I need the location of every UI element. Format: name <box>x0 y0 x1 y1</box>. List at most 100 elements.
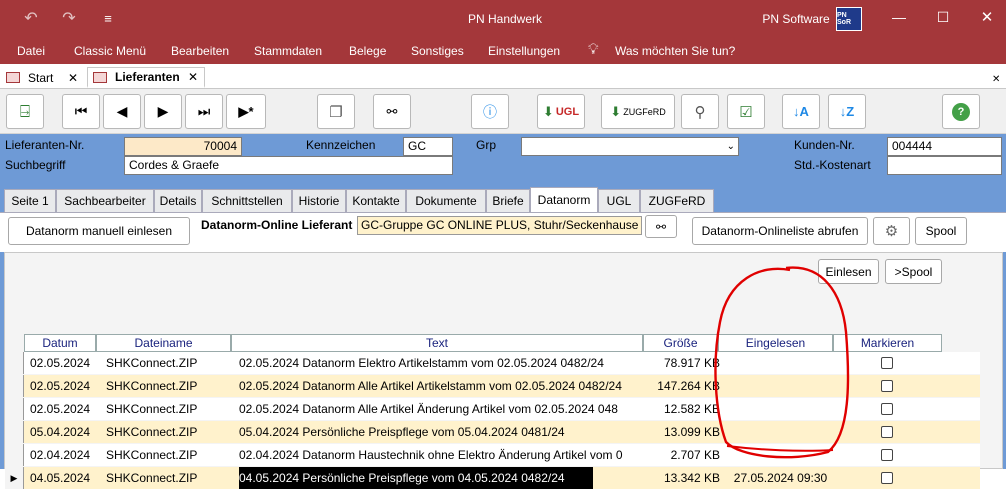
zugferd-label: ZUGFeRD <box>623 106 666 117</box>
help-search[interactable]: Was möchten Sie tun? <box>615 44 735 58</box>
std-kostenart-label: Std.-Kostenart <box>794 158 871 172</box>
maximize-icon[interactable]: ☐ <box>928 6 958 28</box>
last-record-button[interactable]: ⏭ <box>185 94 223 129</box>
tab-start-label: Start <box>28 70 54 85</box>
cell-dateiname[interactable]: SHKConnect.ZIP <box>106 467 235 489</box>
grp-dropdown[interactable]: ⌄ <box>521 137 739 156</box>
std-kostenart-field[interactable] <box>887 156 1002 175</box>
next-icon: ▶ <box>157 103 169 119</box>
search-button[interactable]: ⚯ <box>373 94 411 129</box>
ugl-button[interactable]: ⬇ UGL <box>537 94 585 129</box>
undo-icon[interactable]: ↶ <box>18 8 44 28</box>
sort-ascending-icon: ↓A <box>793 104 809 119</box>
record-toolbar: ⍈ ⏮ ◀ ▶ ⏭ ▶* ❐ ⚯ ⓘ ⬇ UGL ⬇ ZUGFeRD ⚲ ☑ ↓A … <box>0 89 1006 134</box>
menu-datei[interactable]: Datei <box>17 44 45 58</box>
ugl-label: UGL <box>555 105 580 118</box>
new-record-icon: ▶* <box>238 103 254 119</box>
suchbegriff-label: Suchbegriff <box>5 158 66 172</box>
chevron-down-icon[interactable]: ⌄ <box>727 139 735 154</box>
copy-button[interactable]: ❐ <box>317 94 355 129</box>
annotation-underline <box>726 445 834 452</box>
attachment-button[interactable]: ⚲ <box>681 94 719 129</box>
first-record-button[interactable]: ⏮ <box>62 94 100 129</box>
ugl-icon: ⬇ <box>542 103 554 119</box>
tab-historie[interactable]: Historie <box>292 189 346 212</box>
customize-quick-access-icon[interactable]: ≡ <box>98 8 118 28</box>
record-selector[interactable]: ▶ <box>5 467 24 489</box>
kennzeichen-field[interactable]: GC <box>403 137 453 156</box>
tab-schnittstellen[interactable]: Schnittstellen <box>202 189 292 212</box>
close-tab-icon[interactable]: ✕ <box>68 71 78 85</box>
checklist-button[interactable]: ☑ <box>727 94 765 129</box>
zugferd-icon: ⬇ <box>610 103 622 119</box>
previous-record-button[interactable]: ◀ <box>103 94 141 129</box>
company-name: PN Software <box>762 12 830 26</box>
tab-ugl[interactable]: UGL <box>598 189 640 212</box>
hand-drawn-annotation <box>714 266 850 459</box>
annotation-circle <box>714 266 850 459</box>
tab-kontakte[interactable]: Kontakte <box>346 189 406 212</box>
document-tabs: Start ✕ Lieferanten ✕ ✕ <box>0 64 1006 89</box>
sort-descending-icon: ↓Z <box>839 104 855 119</box>
cell-eingelesen[interactable]: 27.05.2024 09:30 <box>724 467 837 489</box>
checklist-icon: ☑ <box>739 103 753 121</box>
door-exit-icon: ⍈ <box>19 101 31 121</box>
exit-button[interactable]: ⍈ <box>6 94 44 129</box>
menu-bar: Datei Classic Menü Bearbeiten Stammdaten… <box>0 38 1006 64</box>
minimize-icon[interactable]: — <box>884 6 914 28</box>
menu-classic[interactable]: Classic Menü <box>74 44 146 58</box>
kunden-nr-field[interactable]: 004444 <box>887 137 1002 156</box>
info-cloud-icon: ⓘ <box>483 103 497 120</box>
tab-lieferanten-label: Lieferanten <box>115 70 180 84</box>
lightbulb-icon: 💡︎ <box>588 41 599 58</box>
tab-sachbearbeiter[interactable]: Sachbearbeiter <box>56 189 154 212</box>
datanorm-page: Datanorm manuell einlesen Datanorm-Onlin… <box>0 212 1006 489</box>
supplier-header: Lieferanten-Nr. 70004 Kennzeichen GC Grp… <box>0 134 1006 186</box>
markieren-checkbox[interactable] <box>881 472 893 484</box>
last-icon: ⏭ <box>197 103 211 119</box>
info-button[interactable]: ⓘ <box>471 94 509 129</box>
tab-start[interactable]: Start ✕ <box>6 67 86 88</box>
new-record-button[interactable]: ▶* <box>226 94 266 129</box>
form-icon <box>93 71 107 83</box>
redo-icon[interactable]: ↷ <box>56 8 82 28</box>
copy-icon: ❐ <box>329 103 343 121</box>
next-record-button[interactable]: ▶ <box>144 94 182 129</box>
table-row[interactable]: ▶ 04.05.2024 SHKConnect.ZIP 04.05.2024 Pers… <box>5 467 980 489</box>
detail-tabs: Seite 1 Sachbearbeiter Details Schnittst… <box>0 186 1006 212</box>
menu-sonstiges[interactable]: Sonstiges <box>411 44 464 58</box>
sort-descending-button[interactable]: ↓Z <box>828 94 866 129</box>
suchbegriff-field[interactable]: Cordes & Graefe <box>124 156 453 175</box>
window-title: PN Handwerk <box>467 12 543 26</box>
tab-lieferanten[interactable]: Lieferanten ✕ <box>87 67 205 88</box>
tab-seite-1[interactable]: Seite 1 <box>4 189 56 212</box>
menu-einstellungen[interactable]: Einstellungen <box>488 44 560 58</box>
close-tab-icon[interactable]: ✕ <box>188 70 198 84</box>
help-button[interactable]: ? <box>942 94 980 129</box>
grp-label: Grp <box>476 138 497 152</box>
tab-details[interactable]: Details <box>154 189 202 212</box>
tab-zugferd[interactable]: ZUGFeRD <box>640 189 714 212</box>
cell-groesse[interactable]: 13.342 KB <box>649 467 720 489</box>
kennzeichen-label: Kennzeichen <box>306 138 376 152</box>
tab-briefe[interactable]: Briefe <box>486 189 530 212</box>
menu-stammdaten[interactable]: Stammdaten <box>254 44 322 58</box>
tab-dokumente[interactable]: Dokumente <box>406 189 486 212</box>
zugferd-button[interactable]: ⬇ ZUGFeRD <box>601 94 675 129</box>
binoculars-icon: ⚯ <box>386 103 398 119</box>
kunden-nr-label: Kunden-Nr. <box>794 138 855 152</box>
cell-datum[interactable]: 04.05.2024 <box>30 467 100 489</box>
lieferanten-nr-label: Lieferanten-Nr. <box>5 138 85 152</box>
menu-belege[interactable]: Belege <box>349 44 386 58</box>
previous-icon: ◀ <box>116 103 128 119</box>
menu-bearbeiten[interactable]: Bearbeiten <box>171 44 229 58</box>
lieferanten-nr-field[interactable]: 70004 <box>124 137 242 156</box>
company-logo: PN SoR <box>836 7 862 31</box>
tab-datanorm[interactable]: Datanorm <box>530 187 598 212</box>
sort-ascending-button[interactable]: ↓A <box>782 94 820 129</box>
collapse-ribbon-icon[interactable]: ✕ <box>992 69 1000 90</box>
cell-text[interactable]: 04.05.2024 Persönliche Preispflege vom 0… <box>239 467 593 489</box>
paperclip-icon: ⚲ <box>694 103 706 121</box>
close-window-icon[interactable]: ✕ <box>972 6 1002 28</box>
first-icon: ⏮ <box>74 103 88 119</box>
